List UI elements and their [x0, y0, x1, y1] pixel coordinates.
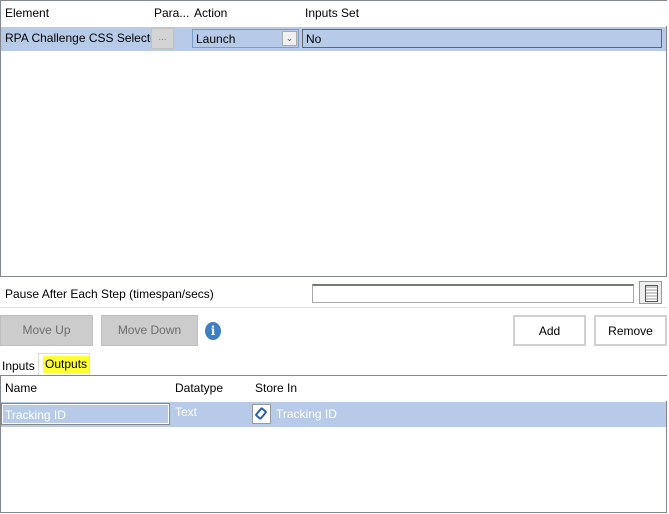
action-value: Launch — [196, 32, 236, 46]
chevron-down-icon[interactable]: ⌄ — [282, 31, 297, 46]
table-row[interactable]: RPA Challenge CSS Selector ... Launch ⌄ … — [1, 27, 666, 51]
output-name-field[interactable]: Tracking ID — [1, 403, 170, 425]
calculator-icon — [645, 285, 658, 302]
info-icon[interactable]: i — [205, 322, 221, 340]
inputs-set-value: No — [306, 32, 322, 46]
pause-input[interactable] — [312, 284, 634, 303]
column-header-store-in[interactable]: Store In — [251, 376, 669, 401]
output-name-value: Tracking ID — [5, 408, 66, 422]
store-in-picker[interactable] — [252, 404, 271, 424]
column-header-action[interactable]: Action — [190, 1, 306, 26]
move-down-button[interactable]: Move Down — [101, 315, 198, 346]
add-button[interactable]: Add — [513, 315, 586, 346]
pause-label: Pause After Each Step (timespan/secs) — [5, 287, 214, 301]
table-row[interactable]: Tracking ID Text Tracking ID — [1, 402, 666, 427]
action-dropdown[interactable]: Launch ⌄ — [192, 29, 299, 48]
remove-button[interactable]: Remove — [594, 315, 667, 346]
column-header-params[interactable]: Para... — [150, 1, 195, 26]
steps-grid: Element Para... Action Inputs Set RPA Ch… — [0, 0, 669, 277]
tab-inputs[interactable]: Inputs — [2, 358, 35, 374]
calculator-button[interactable] — [639, 281, 662, 304]
tab-outputs[interactable]: Outputs — [38, 353, 90, 375]
inputs-set-field[interactable]: No — [302, 29, 662, 48]
pause-row: Pause After Each Step (timespan/secs) — [0, 279, 667, 308]
element-cell[interactable]: RPA Challenge CSS Selector — [5, 31, 161, 45]
params-button[interactable]: ... — [151, 28, 174, 49]
tab-outputs-label: Outputs — [43, 356, 90, 373]
output-datatype: Text — [175, 405, 198, 419]
column-header-datatype[interactable]: Datatype — [171, 376, 256, 401]
column-header-name[interactable]: Name — [1, 376, 176, 401]
store-in-value: Tracking ID — [276, 407, 337, 421]
column-header-inputs-set[interactable]: Inputs Set — [301, 1, 669, 26]
data-item-icon — [254, 406, 268, 421]
move-up-button[interactable]: Move Up — [0, 315, 93, 346]
column-header-element[interactable]: Element — [1, 1, 155, 26]
outputs-grid: Name Datatype Store In Tracking ID Text … — [0, 375, 669, 513]
